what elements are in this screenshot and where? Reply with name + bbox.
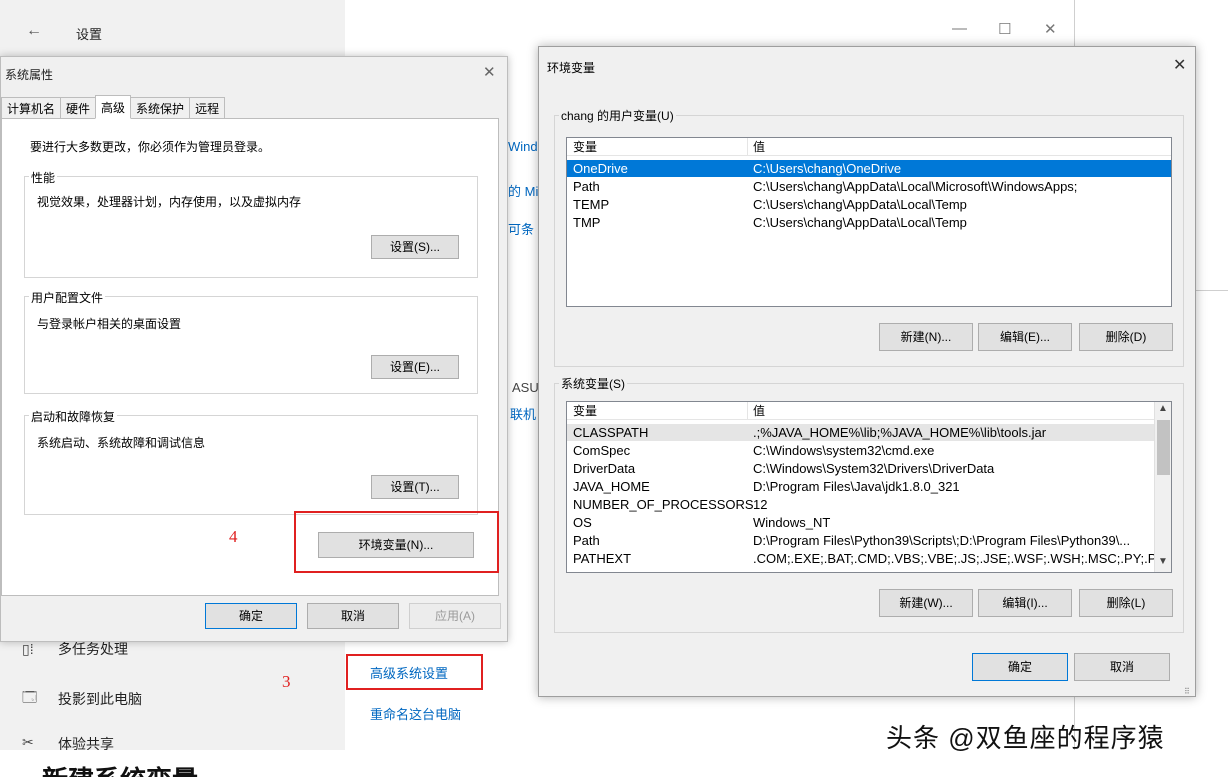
maximize-icon[interactable]: ☐ bbox=[998, 20, 1011, 38]
bottom-heading-clip: 新建系统变量 bbox=[0, 750, 1228, 777]
group-legend: 性能 bbox=[29, 169, 58, 186]
user-edit-button[interactable]: 编辑(E)... bbox=[978, 323, 1072, 351]
bottom-heading: 新建系统变量 bbox=[42, 760, 198, 777]
group-description: 系统启动、系统故障和调试信息 bbox=[37, 436, 206, 450]
list-item[interactable]: DriverData C:\Windows\System32\Drivers\Dr… bbox=[567, 460, 1155, 477]
settings-window-title: 设置 bbox=[76, 27, 103, 42]
system-edit-button[interactable]: 编辑(I)... bbox=[978, 589, 1072, 617]
back-arrow-icon[interactable]: ← bbox=[26, 22, 42, 40]
annotation-highlight-box bbox=[346, 654, 483, 690]
list-item[interactable]: NUMBER_OF_PROCESSORS 12 bbox=[567, 496, 1155, 513]
group-legend: 启动和故障恢复 bbox=[29, 408, 118, 425]
annotation-step-3: 3 bbox=[282, 672, 291, 691]
performance-settings-button[interactable]: 设置(S)... bbox=[371, 235, 459, 259]
sidebar-item-shared-experience[interactable]: ✂ 体验共享 bbox=[22, 734, 114, 750]
partial-text: ASU bbox=[512, 380, 539, 395]
user-variables-group: chang 的用户变量(U) 变量 值 OneDrive C:\Users\cha… bbox=[554, 107, 1184, 367]
list-item[interactable]: OS Windows_NT bbox=[567, 514, 1155, 531]
group-legend: chang 的用户变量(U) bbox=[559, 107, 676, 124]
tab-advanced[interactable]: 高级 bbox=[95, 95, 132, 119]
environment-variables-dialog: 环境变量 ✕ chang 的用户变量(U) 变量 值 OneDrive C:\Us… bbox=[538, 46, 1196, 697]
group-description: 视觉效果，处理器计划，内存使用，以及虚拟内存 bbox=[37, 195, 302, 209]
admin-note: 要进行大多数更改，你必须作为管理员登录。 bbox=[30, 140, 271, 154]
tab-hardware[interactable]: 硬件 bbox=[60, 97, 97, 119]
partial-link-text[interactable]: 联机 bbox=[510, 404, 536, 423]
list-item[interactable]: Path D:\Program Files\Python39\Scripts\;D… bbox=[567, 532, 1155, 549]
list-item[interactable]: OneDrive C:\Users\chang\OneDrive bbox=[567, 160, 1171, 177]
group-legend: 系统变量(S) bbox=[559, 375, 627, 392]
projector-icon: 🗔 bbox=[22, 689, 38, 705]
close-icon[interactable]: ✕ bbox=[1044, 20, 1057, 38]
startup-recovery-settings-button[interactable]: 设置(T)... bbox=[371, 475, 459, 499]
resize-grip-icon[interactable]: ⠿ bbox=[1184, 687, 1190, 696]
user-delete-button[interactable]: 删除(D) bbox=[1079, 323, 1173, 351]
list-item[interactable]: CLASSPATH .;%JAVA_HOME%\lib;%JAVA_HOME%\l… bbox=[567, 424, 1155, 441]
partial-link-text[interactable]: Wind bbox=[508, 139, 538, 154]
ok-button[interactable]: 确定 bbox=[205, 603, 297, 629]
list-item[interactable]: PATHEXT .COM;.EXE;.BAT;.CMD;.VBS;.VBE;.JS… bbox=[567, 550, 1171, 567]
minimize-icon[interactable]: — bbox=[952, 20, 967, 37]
user-variables-list[interactable]: 变量 值 OneDrive C:\Users\chang\OneDrive Pat… bbox=[566, 137, 1172, 307]
env-cancel-button[interactable]: 取消 bbox=[1074, 653, 1170, 681]
list-header: 变量 值 bbox=[567, 138, 1171, 156]
list-header: 变量 值 bbox=[567, 402, 1155, 420]
user-new-button[interactable]: 新建(N)... bbox=[879, 323, 973, 351]
close-icon[interactable]: ✕ bbox=[483, 63, 496, 81]
performance-group: 性能 视觉效果，处理器计划，内存使用，以及虚拟内存 设置(S)... bbox=[24, 169, 478, 278]
sidebar-item-label: 体验共享 bbox=[58, 736, 114, 750]
list-item[interactable]: Path C:\Users\chang\AppData\Local\Microso… bbox=[567, 178, 1171, 195]
tab-remote[interactable]: 远程 bbox=[189, 97, 226, 119]
list-item[interactable]: ComSpec C:\Windows\system32\cmd.exe bbox=[567, 442, 1155, 459]
list-item[interactable]: TMP C:\Users\chang\AppData\Local\Temp bbox=[567, 214, 1171, 231]
share-icon: ✂ bbox=[22, 734, 34, 750]
multitasking-icon: ▯⁞ bbox=[22, 640, 34, 657]
scrollbar-thumb[interactable] bbox=[1157, 420, 1170, 475]
sidebar-item-project-to-pc[interactable]: 🗔 投影到此电脑 bbox=[22, 684, 142, 714]
annotation-highlight-box bbox=[294, 511, 499, 573]
window-divider bbox=[1196, 290, 1228, 291]
partial-link-text[interactable]: 可条 bbox=[508, 219, 534, 238]
system-properties-dialog: 系统属性 ✕ 计算机名 硬件 高级 系统保护 远程 要进行大多数更改，你必须作为… bbox=[0, 56, 508, 642]
system-variables-list[interactable]: 变量 值 CLASSPATH .;%JAVA_HOME%\lib;%JAVA_HO… bbox=[566, 401, 1172, 573]
user-profiles-group: 用户配置文件 与登录帐户相关的桌面设置 设置(E)... bbox=[24, 289, 478, 394]
tab-system-protection[interactable]: 系统保护 bbox=[130, 97, 191, 119]
column-header-value[interactable]: 值 bbox=[753, 402, 765, 420]
column-header-value[interactable]: 值 bbox=[753, 138, 765, 156]
system-new-button[interactable]: 新建(W)... bbox=[879, 589, 973, 617]
rename-pc-link[interactable]: 重命名这台电脑 bbox=[370, 704, 461, 723]
scroll-down-icon[interactable]: ▼ bbox=[1158, 556, 1168, 567]
list-item[interactable]: JAVA_HOME D:\Program Files\Java\jdk1.8.0_… bbox=[567, 478, 1155, 495]
system-delete-button[interactable]: 删除(L) bbox=[1079, 589, 1173, 617]
group-legend: 用户配置文件 bbox=[29, 289, 106, 306]
annotation-step-4: 4 bbox=[229, 527, 238, 546]
env-ok-button[interactable]: 确定 bbox=[972, 653, 1068, 681]
system-variables-group: 系统变量(S) 变量 值 CLASSPATH .;%JAVA_HOME%\lib;… bbox=[554, 375, 1184, 633]
dialog-title: 环境变量 bbox=[547, 61, 596, 75]
scroll-up-icon[interactable]: ▲ bbox=[1158, 403, 1168, 414]
group-description: 与登录帐户相关的桌面设置 bbox=[37, 317, 182, 331]
close-icon[interactable]: ✕ bbox=[1173, 55, 1186, 75]
cancel-button[interactable]: 取消 bbox=[307, 603, 399, 629]
tab-computer-name[interactable]: 计算机名 bbox=[1, 97, 62, 119]
column-header-variable[interactable]: 变量 bbox=[573, 402, 597, 420]
sidebar-item-label: 投影到此电脑 bbox=[58, 691, 142, 707]
startup-recovery-group: 启动和故障恢复 系统启动、系统故障和调试信息 设置(T)... bbox=[24, 408, 478, 515]
vertical-scrollbar[interactable]: ▲ ▼ bbox=[1154, 402, 1171, 572]
tab-bar: 计算机名 硬件 高级 系统保护 远程 bbox=[1, 95, 226, 119]
dialog-title: 系统属性 bbox=[5, 68, 54, 82]
apply-button[interactable]: 应用(A) bbox=[409, 603, 501, 629]
column-header-variable[interactable]: 变量 bbox=[573, 138, 597, 156]
sidebar-item-label: 多任务处理 bbox=[58, 641, 128, 657]
list-item[interactable]: TEMP C:\Users\chang\AppData\Local\Temp bbox=[567, 196, 1171, 213]
user-profiles-settings-button[interactable]: 设置(E)... bbox=[371, 355, 459, 379]
